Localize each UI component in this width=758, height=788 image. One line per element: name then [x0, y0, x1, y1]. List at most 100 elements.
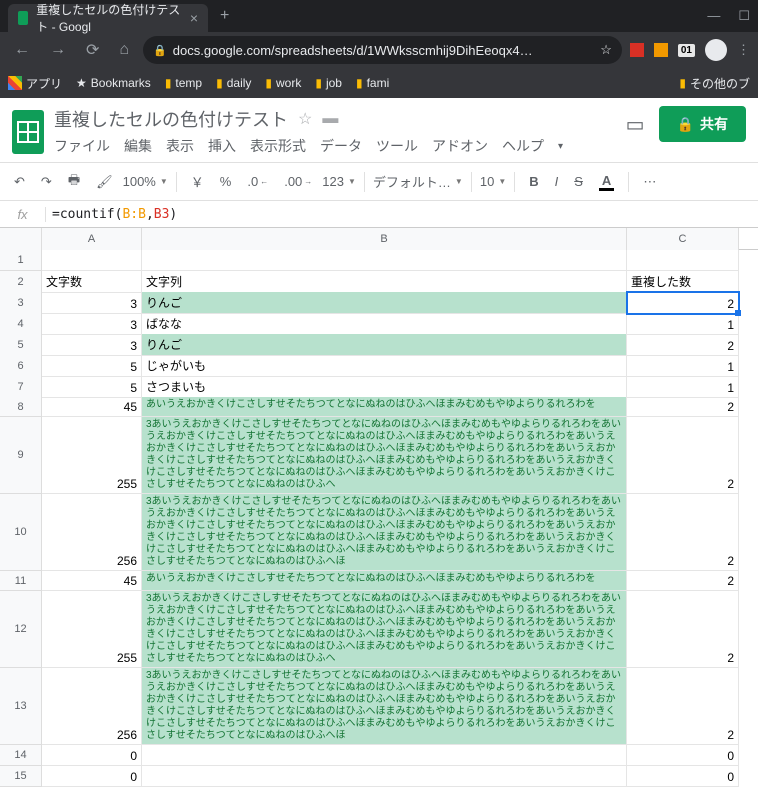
- menu-insert[interactable]: 挿入: [208, 136, 236, 156]
- cell[interactable]: 5: [42, 376, 142, 398]
- cell[interactable]: 重複した数: [627, 271, 739, 293]
- cell[interactable]: りんご: [142, 334, 627, 356]
- cell[interactable]: 文字列: [142, 271, 627, 293]
- cell[interactable]: 5: [42, 355, 142, 377]
- doc-title[interactable]: 重複したセルの色付けテスト: [54, 106, 288, 132]
- row-header[interactable]: 7: [0, 376, 42, 398]
- new-tab-button[interactable]: +: [220, 7, 229, 25]
- row-header[interactable]: 11: [0, 571, 42, 591]
- cell[interactable]: 0: [42, 766, 142, 787]
- cell[interactable]: 3: [42, 292, 142, 314]
- row-header[interactable]: 3: [0, 292, 42, 314]
- cell[interactable]: ばなな: [142, 313, 627, 335]
- bm-other[interactable]: ▮その他のブ: [679, 75, 750, 92]
- sheets-logo[interactable]: [12, 110, 44, 154]
- undo-button[interactable]: ↶: [8, 170, 31, 194]
- menu-data[interactable]: データ: [320, 136, 362, 156]
- menu-view[interactable]: 表示: [166, 136, 194, 156]
- row-header[interactable]: 15: [0, 766, 42, 787]
- home-button[interactable]: ⌂: [113, 37, 135, 63]
- cell[interactable]: 2: [627, 397, 739, 417]
- menu-help[interactable]: ヘルプ: [502, 136, 544, 156]
- strike-button[interactable]: S: [568, 170, 589, 193]
- cell[interactable]: 2: [627, 591, 739, 668]
- row-header[interactable]: 5: [0, 334, 42, 356]
- ext-icon-1[interactable]: [630, 43, 644, 57]
- cell[interactable]: あいうえおかきくけこさしすせそたちつてとなにぬねのはひふへほまみむめもやゆよらり…: [142, 397, 627, 417]
- text-color-button[interactable]: A: [593, 169, 620, 195]
- cell[interactable]: [142, 745, 627, 766]
- close-tab-icon[interactable]: ×: [190, 10, 198, 26]
- ext-badge[interactable]: 01: [678, 44, 695, 57]
- browser-tab[interactable]: 重複したセルの色付けテスト - Googl ×: [8, 4, 208, 32]
- cell[interactable]: 2: [627, 668, 739, 745]
- row-header[interactable]: 14: [0, 745, 42, 766]
- cell[interactable]: 2: [627, 494, 739, 571]
- dec-less-button[interactable]: .0←: [241, 170, 274, 193]
- menu-edit[interactable]: 編集: [124, 136, 152, 156]
- cell[interactable]: 3: [42, 313, 142, 335]
- cell[interactable]: 0: [42, 745, 142, 766]
- cell[interactable]: [142, 766, 627, 787]
- share-button[interactable]: 🔒 共有: [659, 106, 746, 142]
- cell[interactable]: 3あいうえおかきくけこさしすせそたちつてとなにぬねのはひふへほまみむめもやゆよら…: [142, 417, 627, 494]
- cell[interactable]: 255: [42, 417, 142, 494]
- back-button[interactable]: ←: [8, 37, 36, 63]
- cell[interactable]: 3あいうえおかきくけこさしすせそたちつてとなにぬねのはひふへほまみむめもやゆよら…: [142, 591, 627, 668]
- dec-more-button[interactable]: .00→: [278, 170, 318, 193]
- move-folder-icon[interactable]: ▬: [322, 110, 338, 128]
- cell[interactable]: 256: [42, 494, 142, 571]
- cell[interactable]: 3あいうえおかきくけこさしすせそたちつてとなにぬねのはひふへほまみむめもやゆよら…: [142, 668, 627, 745]
- row-header[interactable]: 4: [0, 313, 42, 335]
- print-button[interactable]: 🖶: [62, 167, 86, 197]
- cell[interactable]: あいうえおかきくけこさしすせそたちつてとなにぬねのはひふへほまみむめもやゆよらり…: [142, 571, 627, 591]
- cell[interactable]: 2: [627, 334, 739, 356]
- cell[interactable]: 1: [627, 376, 739, 398]
- forward-button[interactable]: →: [44, 37, 72, 63]
- cell[interactable]: 文字数: [42, 271, 142, 293]
- col-header-B[interactable]: B: [142, 228, 627, 250]
- menu-icon[interactable]: ⋮: [737, 42, 750, 58]
- bold-button[interactable]: B: [523, 170, 544, 193]
- cell[interactable]: 0: [627, 766, 739, 787]
- cell[interactable]: りんご: [142, 292, 627, 314]
- row-header[interactable]: 13: [0, 668, 42, 745]
- formula-input[interactable]: =countif(B:B,B3): [46, 207, 758, 222]
- select-all-cell[interactable]: [0, 228, 42, 250]
- profile-avatar[interactable]: [705, 39, 727, 61]
- cell[interactable]: 255: [42, 591, 142, 668]
- more-button[interactable]: ⋯: [637, 170, 662, 194]
- cell[interactable]: 2: [627, 292, 739, 314]
- cell[interactable]: [42, 250, 142, 271]
- col-header-A[interactable]: A: [42, 228, 142, 250]
- bm-apps[interactable]: アプリ: [8, 75, 62, 92]
- cell[interactable]: 45: [42, 397, 142, 417]
- redo-button[interactable]: ↷: [35, 170, 58, 194]
- cell[interactable]: じゃがいも: [142, 355, 627, 377]
- comments-icon[interactable]: ▭: [626, 112, 645, 137]
- url-input[interactable]: 🔒 docs.google.com/spreadsheets/d/1WWkssc…: [143, 36, 622, 64]
- cell[interactable]: 45: [42, 571, 142, 591]
- cell[interactable]: 1: [627, 355, 739, 377]
- row-header[interactable]: 10: [0, 494, 42, 571]
- bm-temp[interactable]: ▮temp: [165, 76, 202, 90]
- zoom-select[interactable]: 100%▼: [123, 174, 168, 189]
- bm-fami[interactable]: ▮fami: [356, 76, 389, 90]
- bm-work[interactable]: ▮work: [265, 76, 301, 90]
- row-header[interactable]: 9: [0, 417, 42, 494]
- cell[interactable]: 3あいうえおかきくけこさしすせそたちつてとなにぬねのはひふへほまみむめもやゆよら…: [142, 494, 627, 571]
- bm-job[interactable]: ▮job: [315, 76, 342, 90]
- cell[interactable]: 1: [627, 313, 739, 335]
- number-format-select[interactable]: 123▼: [322, 174, 356, 189]
- row-header[interactable]: 8: [0, 397, 42, 417]
- minimize-icon[interactable]: —: [707, 8, 720, 24]
- cell[interactable]: 3: [42, 334, 142, 356]
- font-select[interactable]: デフォルト…▼: [373, 172, 463, 191]
- menu-addons[interactable]: アドオン: [432, 136, 488, 156]
- star-url-icon[interactable]: ☆: [600, 42, 612, 58]
- currency-button[interactable]: ￥: [185, 168, 210, 195]
- italic-button[interactable]: I: [549, 170, 565, 193]
- star-doc-icon[interactable]: ☆: [298, 109, 312, 129]
- cell[interactable]: [627, 250, 739, 271]
- paint-format-button[interactable]: 🖌: [90, 170, 119, 194]
